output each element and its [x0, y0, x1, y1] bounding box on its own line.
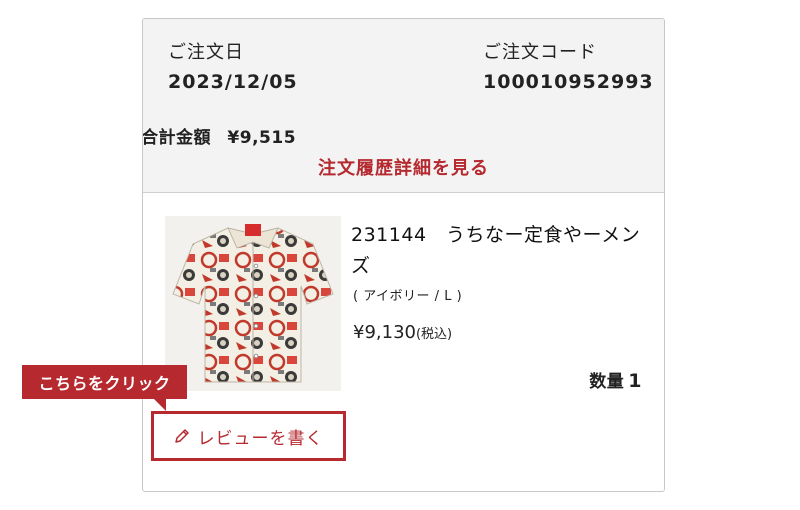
- aloha-shirt-image: [165, 216, 341, 391]
- product-name[interactable]: 231144 うちなー定食やーメンズ: [351, 220, 641, 282]
- product-price: ¥9,130(税込): [353, 322, 452, 343]
- order-history-link[interactable]: 注文履歴詳細を見る: [143, 154, 664, 180]
- product-image[interactable]: [165, 216, 341, 391]
- order-total: 合計金額 ¥9,515: [142, 123, 297, 148]
- write-review-button[interactable]: レビューを書く: [151, 411, 346, 461]
- click-here-callout: こちらをクリック: [22, 365, 187, 399]
- quantity-label: 数量: [589, 372, 625, 392]
- order-total-value: ¥9,515: [227, 128, 297, 148]
- order-code-value: 100010952993: [483, 71, 654, 93]
- product-quantity: 数量 1: [589, 367, 642, 392]
- order-code-label: ご注文コード: [483, 42, 597, 63]
- order-date-label: ご注文日: [168, 42, 244, 63]
- order-total-label: 合計金額: [142, 128, 211, 148]
- product-price-value: ¥9,130: [353, 322, 416, 343]
- callout-pointer: [154, 399, 166, 411]
- write-review-label: レビューを書く: [197, 428, 324, 449]
- quantity-value: 1: [628, 370, 642, 392]
- order-card: ご注文日 2023/12/05 ご注文コード 100010952993 合計金額…: [142, 18, 665, 492]
- pencil-icon: [174, 429, 189, 443]
- order-summary: ご注文日 2023/12/05 ご注文コード 100010952993 合計金額…: [143, 19, 664, 193]
- product-variant: ( アイボリー / L ): [353, 289, 463, 304]
- product-tax-note: (税込): [415, 327, 453, 342]
- order-date-value: 2023/12/05: [168, 71, 298, 93]
